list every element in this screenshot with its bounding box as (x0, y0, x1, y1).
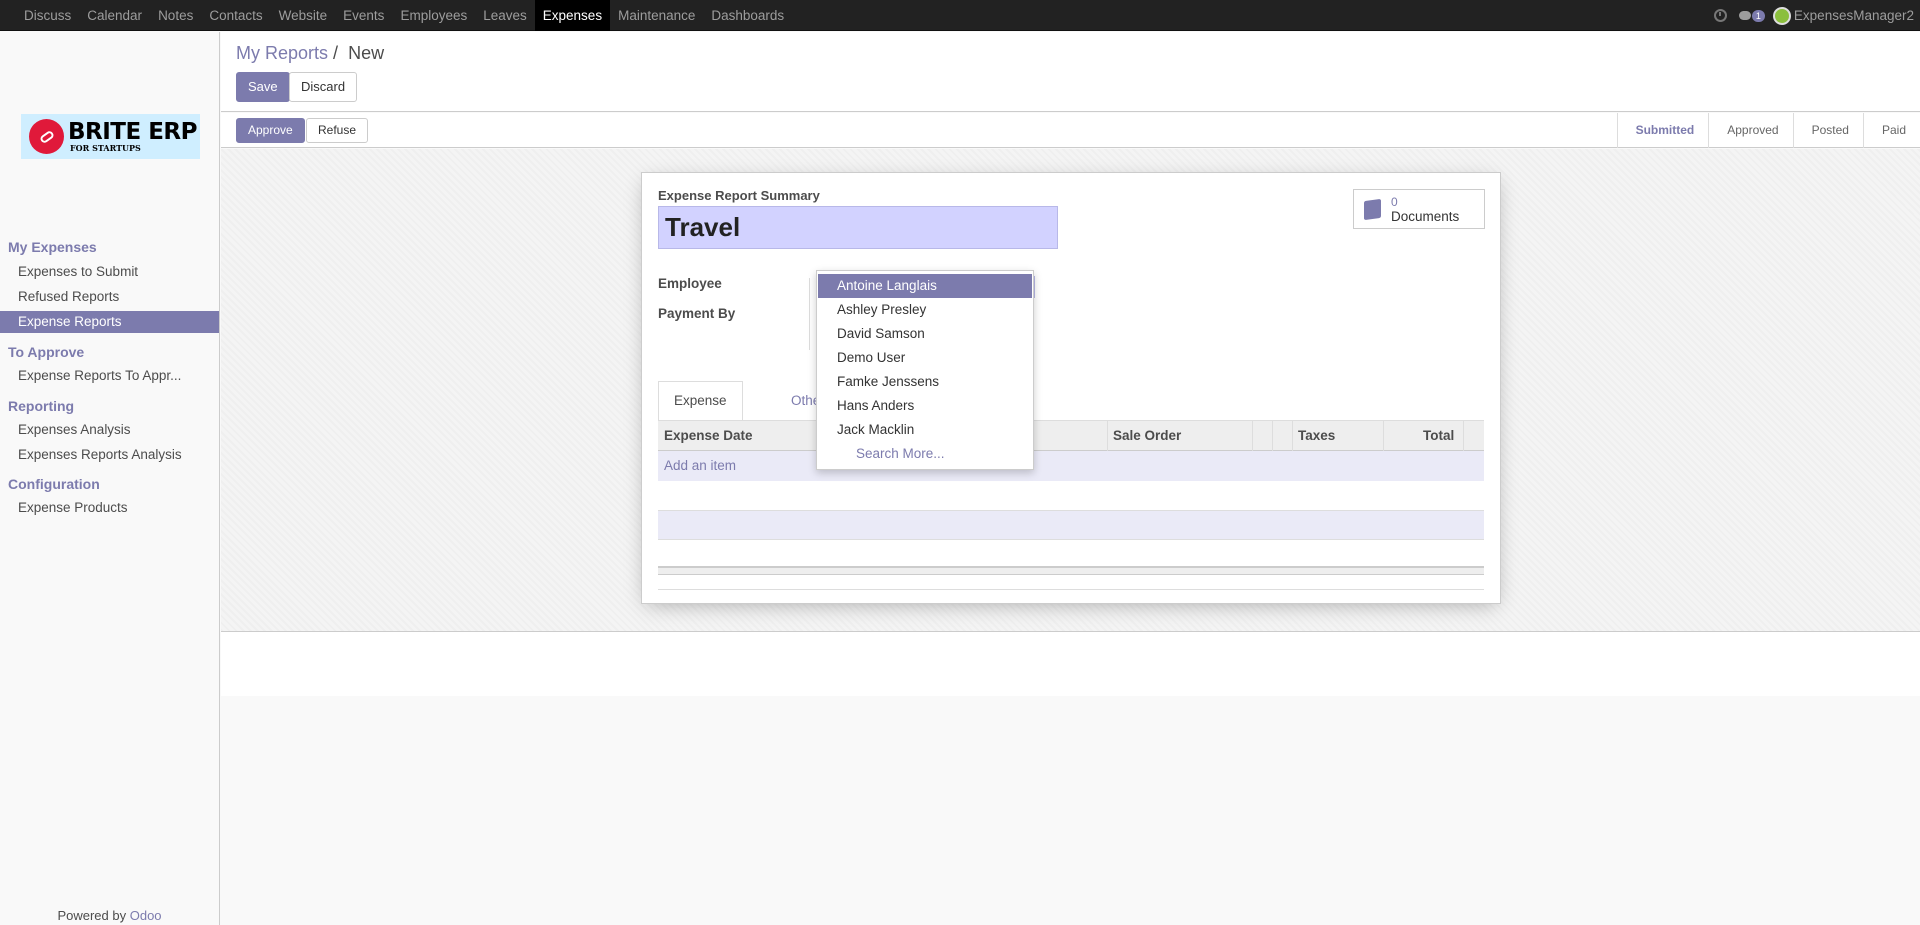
column-divider (1292, 421, 1293, 451)
sidebar-item-refused-reports[interactable]: Refused Reports (0, 286, 219, 308)
column-divider (1272, 421, 1273, 451)
stage-posted[interactable]: Posted (1792, 113, 1863, 148)
approve-button[interactable]: Approve (236, 118, 305, 143)
stage-approved[interactable]: Approved (1708, 113, 1792, 148)
table-footer (658, 566, 1484, 575)
sidebar-item-expenses-analysis[interactable]: Expenses Analysis (0, 419, 219, 441)
powered-by-text: Powered by (57, 908, 127, 923)
breadcrumb-my-reports[interactable]: My Reports (236, 43, 328, 63)
company-logo[interactable]: BRITE ERP FOR STARTUPS (21, 114, 200, 159)
menu-dashboards[interactable]: Dashboards (703, 0, 792, 31)
sidebar-item-reports-to-approve[interactable]: Expense Reports To Appr... (0, 365, 219, 387)
user-menu[interactable]: ExpensesManager2 (1772, 6, 1920, 25)
menu-calendar[interactable]: Calendar (79, 0, 150, 31)
menu-contacts[interactable]: Contacts (201, 0, 270, 31)
user-name: ExpensesManager2 (1793, 8, 1914, 23)
tab-expense-lines[interactable]: Expense Lines (658, 381, 743, 446)
column-divider (1383, 421, 1384, 451)
documents-count: 0 (1391, 195, 1398, 209)
logo-title: BRITE ERP (68, 119, 198, 145)
form-sheet: Expense Report Summary Travel 0 Document… (641, 172, 1501, 604)
divider (658, 589, 1484, 590)
employee-label: Employee (658, 276, 722, 291)
stage-submitted[interactable]: Submitted (1616, 113, 1709, 148)
add-item-link[interactable]: Add an item (664, 451, 736, 481)
autocomplete-option[interactable]: Hans Anders (818, 394, 1032, 418)
control-panel: My Reports / New Save Discard (221, 32, 1920, 112)
column-divider (1107, 421, 1108, 451)
breadcrumb-current: New (348, 43, 385, 63)
column-total[interactable]: Total (1423, 421, 1454, 451)
chat-icon (1738, 11, 1751, 20)
search-more-link[interactable]: Search More... (817, 442, 1033, 466)
menu-notes[interactable]: Notes (150, 0, 201, 31)
menu-discuss[interactable]: Discuss (16, 0, 79, 31)
app-menu: Discuss Calendar Notes Contacts Website … (16, 0, 792, 31)
menu-expenses[interactable]: Expenses (534, 0, 611, 31)
breadcrumb-separator: / (333, 43, 339, 63)
documents-button[interactable]: 0 Documents (1353, 189, 1485, 229)
form-background: Expense Report Summary Travel 0 Document… (221, 149, 1920, 632)
summary-input[interactable]: Travel (658, 206, 1058, 249)
section-reporting: Reporting (8, 398, 75, 414)
chatter-area (221, 632, 1920, 696)
field-divider (809, 278, 810, 350)
message-count-badge: 1 (1751, 9, 1765, 22)
section-to-approve: To Approve (8, 344, 85, 360)
summary-label: Expense Report Summary (658, 188, 820, 203)
table-row: Add an item (658, 451, 1484, 481)
logo-subtitle: FOR STARTUPS (70, 143, 141, 153)
breadcrumb: My Reports / New (236, 43, 384, 64)
sidebar-item-expenses-to-submit[interactable]: Expenses to Submit (0, 261, 219, 283)
main-content: My Reports / New Save Discard Approve Re… (221, 32, 1920, 925)
status-bar: Approve Refuse Submitted Approved Posted… (221, 113, 1920, 148)
odoo-link[interactable]: Odoo (130, 908, 162, 923)
column-divider (1463, 421, 1464, 451)
autocomplete-option[interactable]: Antoine Langlais (818, 274, 1032, 298)
discard-button[interactable]: Discard (289, 72, 358, 102)
sidebar: BRITE ERP FOR STARTUPS My Expenses Expen… (0, 32, 220, 925)
refuse-button[interactable]: Refuse (306, 118, 369, 143)
autocomplete-option[interactable]: Demo User (818, 346, 1032, 370)
sidebar-item-expense-reports[interactable]: Expense Reports (0, 311, 219, 333)
menu-events[interactable]: Events (335, 0, 392, 31)
book-icon (1364, 198, 1381, 221)
menu-leaves[interactable]: Leaves (475, 0, 535, 31)
messaging-menu[interactable]: 1 (1738, 9, 1765, 22)
column-expense-date[interactable]: Expense Date (664, 421, 753, 451)
section-my-expenses: My Expenses (8, 239, 97, 255)
autocomplete-option[interactable]: Jack Macklin (818, 418, 1032, 442)
stage-paid[interactable]: Paid (1862, 113, 1920, 148)
documents-label: Documents (1391, 209, 1460, 224)
stage-pipeline: Submitted Approved Posted Paid (1616, 113, 1920, 148)
column-taxes[interactable]: Taxes (1298, 421, 1335, 451)
table-row (658, 510, 1484, 540)
column-sale-order[interactable]: Sale Order (1113, 421, 1181, 451)
menu-employees[interactable]: Employees (392, 0, 475, 31)
payment-by-label: Payment By (658, 306, 736, 321)
employee-autocomplete-dropdown: Antoine Langlais Ashley Presley David Sa… (816, 270, 1034, 470)
top-navbar: Discuss Calendar Notes Contacts Website … (0, 0, 1920, 31)
save-button[interactable]: Save (236, 72, 290, 102)
sidebar-item-expenses-reports-analysis[interactable]: Expenses Reports Analysis (0, 444, 219, 466)
column-divider (1252, 421, 1253, 451)
autocomplete-option[interactable]: Ashley Presley (818, 298, 1032, 322)
sidebar-item-expense-products[interactable]: Expense Products (0, 497, 219, 519)
expense-lines-header: Expense Date Sale Order Taxes Total (658, 421, 1484, 451)
autocomplete-option[interactable]: David Samson (818, 322, 1032, 346)
menu-maintenance[interactable]: Maintenance (610, 0, 703, 31)
section-configuration: Configuration (8, 476, 100, 492)
autocomplete-option[interactable]: Famke Jenssens (818, 370, 1032, 394)
systray: 1 ExpensesManager2 (1713, 0, 1920, 31)
logo-mark-icon (29, 119, 64, 154)
clock-icon[interactable] (1713, 9, 1727, 22)
powered-by: Powered by Odoo (0, 908, 219, 923)
avatar (1772, 6, 1791, 25)
menu-website[interactable]: Website (271, 0, 336, 31)
